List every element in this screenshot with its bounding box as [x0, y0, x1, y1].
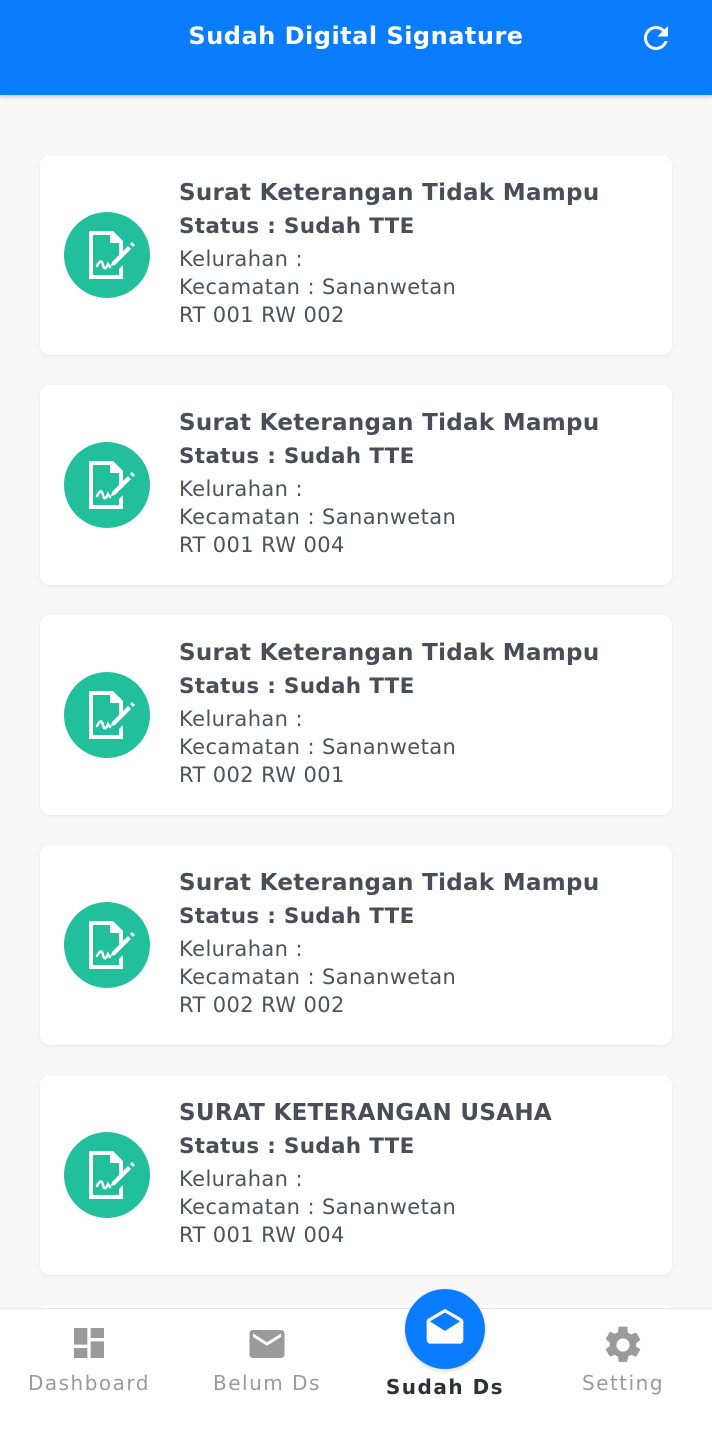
- document-signature-icon: [64, 672, 150, 758]
- document-title: Surat Keterangan Tidak Mampu: [179, 870, 600, 896]
- app-bar: Sudah Digital Signature: [0, 0, 712, 95]
- document-rt-rw: RT 001 RW 002: [179, 303, 345, 327]
- document-kelurahan: Kelurahan :: [179, 247, 303, 271]
- document-title: Surat Keterangan Tidak Mampu: [179, 640, 600, 666]
- document-kecamatan: Kecamatan : Sananwetan: [179, 505, 457, 529]
- nav-belum-ds[interactable]: Belum Ds: [178, 1309, 356, 1440]
- nav-label: Setting: [581, 1371, 665, 1395]
- document-status: Status : Sudah TTE: [179, 214, 415, 239]
- nav-dashboard[interactable]: Dashboard: [0, 1309, 178, 1440]
- document-kelurahan: Kelurahan :: [179, 477, 303, 501]
- document-card[interactable]: SURAT KETERANGAN USAHA Status : Sudah TT…: [40, 1075, 672, 1275]
- document-card[interactable]: Surat Keterangan Tidak Mampu Status : Su…: [40, 845, 672, 1045]
- document-status: Status : Sudah TTE: [179, 674, 415, 699]
- nav-label: Belum Ds: [213, 1371, 321, 1395]
- document-status: Status : Sudah TTE: [179, 444, 415, 469]
- document-rt-rw: RT 002 RW 001: [179, 763, 345, 787]
- document-kecamatan: Kecamatan : Sananwetan: [179, 735, 457, 759]
- document-kecamatan: Kecamatan : Sananwetan: [179, 965, 457, 989]
- document-signature-icon: [64, 902, 150, 988]
- document-list: Surat Keterangan Tidak Mampu Status : Su…: [40, 155, 672, 1305]
- document-kelurahan: Kelurahan :: [179, 1167, 303, 1191]
- document-rt-rw: RT 002 RW 002: [179, 993, 345, 1017]
- document-status: Status : Sudah TTE: [179, 904, 415, 929]
- document-title: SURAT KETERANGAN USAHA: [179, 1100, 552, 1126]
- document-title: Surat Keterangan Tidak Mampu: [179, 180, 600, 206]
- active-tab-indicator: [405, 1289, 485, 1369]
- dashboard-icon: [74, 1328, 104, 1358]
- mail-icon: [249, 1330, 285, 1358]
- gear-icon: [605, 1326, 641, 1362]
- document-signature-icon: [64, 442, 150, 528]
- mail-open-icon: [426, 1308, 464, 1344]
- document-rt-rw: RT 001 RW 004: [179, 533, 345, 557]
- document-kelurahan: Kelurahan :: [179, 707, 303, 731]
- bottom-navigation: Dashboard Belum Ds Sudah Ds Setting: [0, 1289, 712, 1440]
- nav-label: Dashboard: [27, 1371, 150, 1395]
- document-signature-icon: [64, 1132, 150, 1218]
- document-card[interactable]: Surat Keterangan Tidak Mampu Status : Su…: [40, 385, 672, 585]
- refresh-icon: [643, 25, 668, 50]
- document-signature-icon: [64, 212, 150, 298]
- page-title: Sudah Digital Signature: [188, 22, 524, 50]
- document-card[interactable]: Surat Keterangan Tidak Mampu Status : Su…: [40, 615, 672, 815]
- document-title: Surat Keterangan Tidak Mampu: [179, 410, 600, 436]
- document-kecamatan: Kecamatan : Sananwetan: [179, 275, 457, 299]
- document-kecamatan: Kecamatan : Sananwetan: [179, 1195, 457, 1219]
- nav-label: Sudah Ds: [385, 1375, 505, 1399]
- document-rt-rw: RT 001 RW 004: [179, 1223, 345, 1247]
- nav-sudah-ds[interactable]: Sudah Ds: [356, 1289, 534, 1440]
- refresh-button[interactable]: [636, 18, 676, 58]
- document-kelurahan: Kelurahan :: [179, 937, 303, 961]
- document-card[interactable]: Surat Keterangan Tidak Mampu Status : Su…: [40, 155, 672, 355]
- nav-setting[interactable]: Setting: [534, 1309, 712, 1440]
- document-status: Status : Sudah TTE: [179, 1134, 415, 1159]
